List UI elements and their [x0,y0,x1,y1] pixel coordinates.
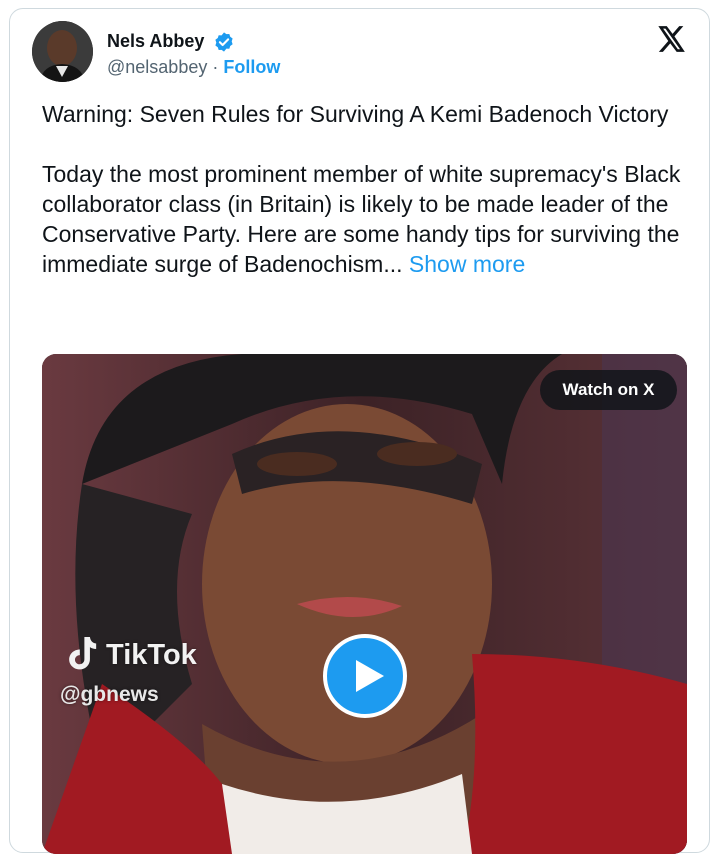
avatar[interactable] [32,21,93,82]
verified-badge-icon [215,32,233,52]
author-name[interactable]: Nels Abbey [107,31,204,52]
video-thumbnail[interactable] [42,354,687,854]
tweet-text: Warning: Seven Rules for Surviving A Kem… [42,99,692,279]
video-frame [42,354,687,854]
show-more-link[interactable]: Show more [409,251,525,277]
x-logo-icon[interactable] [658,26,686,52]
tiktok-handle: @gbnews [60,683,159,706]
tiktok-watermark: TikTok [66,637,197,673]
follow-button[interactable]: Follow [223,57,280,77]
handle-row: @nelsabbey · Follow [107,57,280,78]
tiktok-icon [69,637,97,670]
play-icon[interactable] [323,634,407,718]
tiktok-brand: TikTok [106,638,197,671]
watch-on-x-button[interactable]: Watch on X [540,370,677,410]
handle-separator: · [207,57,224,77]
tweet-body: Warning: Seven Rules for Surviving A Kem… [42,101,681,277]
author-handle[interactable]: @nelsabbey [107,57,207,77]
